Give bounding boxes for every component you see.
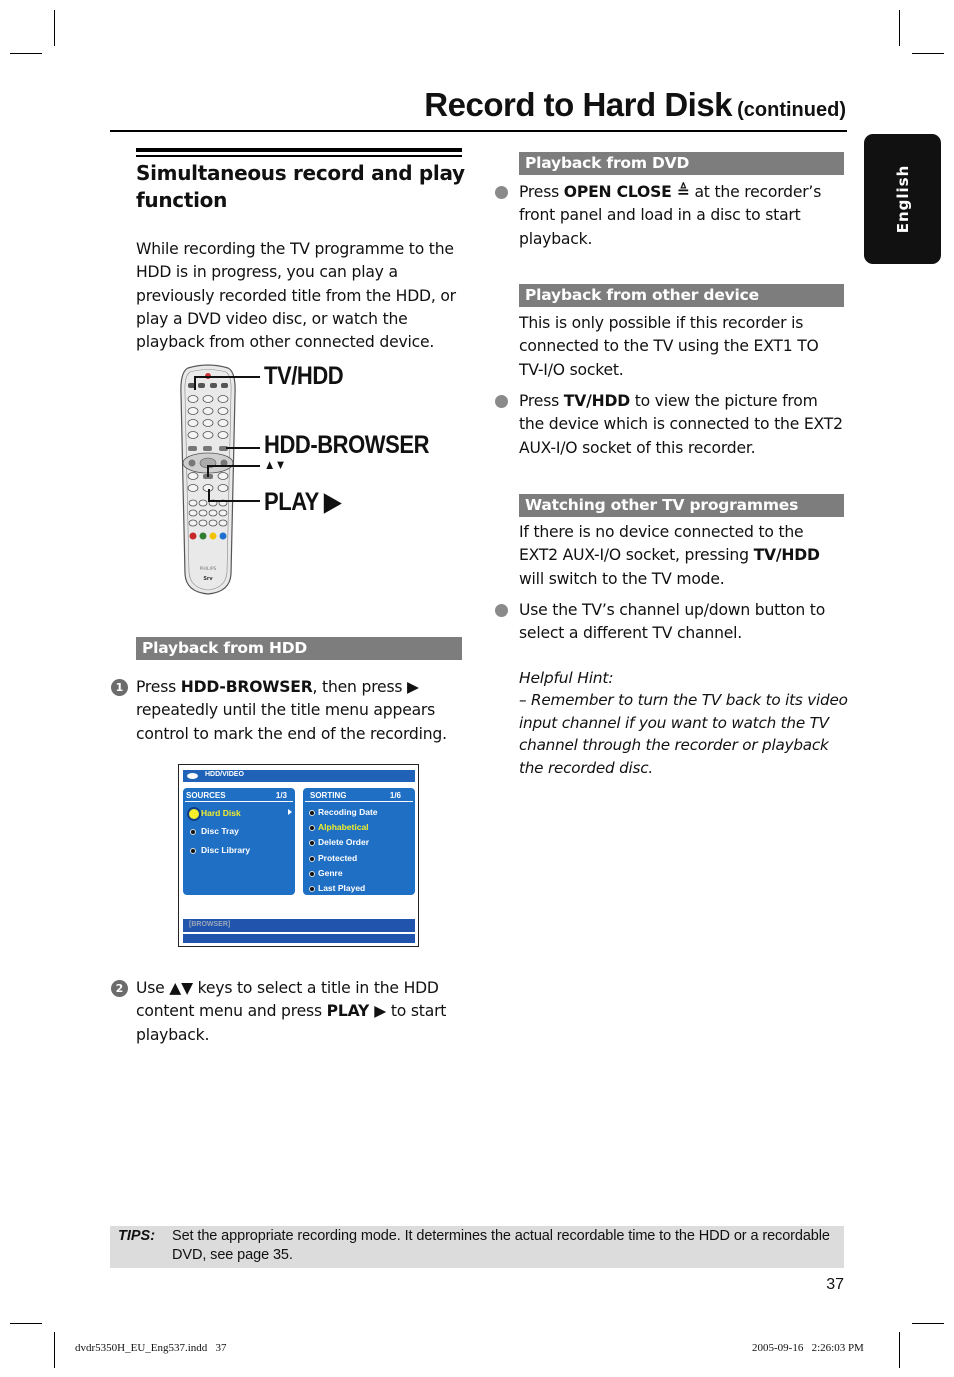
step-1-text: Press HDD-BROWSER, then press ▶ repeated…	[136, 678, 447, 743]
radio-icon	[309, 871, 315, 877]
callout-line	[226, 447, 260, 449]
step-2-text: Use ▲▼ keys to select a title in the HDD…	[136, 979, 447, 1044]
crop-mark	[912, 1323, 944, 1324]
tips-box: TIPS: Set the appropriate recording mode…	[110, 1226, 844, 1268]
radio-icon	[190, 829, 196, 835]
osd-sorting-item[interactable]: Last Played	[318, 883, 365, 893]
tips-label: TIPS:	[118, 1228, 156, 1244]
osd-status-bar	[183, 934, 415, 943]
osd-sorting-item[interactable]: Recoding Date	[318, 807, 378, 817]
crop-mark	[10, 1323, 42, 1324]
callout-tv-hdd: TV/HDD	[264, 362, 344, 390]
hdd-browser-screen: HDD/VIDEO SOURCES 1/3 Hard Disk Disc Tra…	[178, 764, 419, 947]
crop-mark	[899, 1332, 900, 1368]
other-device-paragraph: This is only possible if this recorder i…	[519, 314, 819, 379]
section-bar-playback-dvd: Playback from DVD	[519, 152, 844, 175]
crop-mark	[10, 53, 42, 54]
osd-source-item[interactable]: Disc Library	[201, 845, 250, 855]
radio-icon	[309, 856, 315, 862]
helpful-hint-title: Helpful Hint:	[519, 669, 614, 687]
osd-source-item[interactable]: Disc Tray	[201, 826, 239, 836]
bullet-icon	[495, 395, 508, 408]
radio-icon	[309, 840, 315, 846]
page-title: Record to Hard Disk (continued)	[110, 86, 846, 124]
osd-sorting-item[interactable]: Protected	[318, 853, 357, 863]
callout-hdd-browser: HDD-BROWSER	[264, 431, 430, 459]
crop-mark	[54, 10, 55, 46]
osd-sorting-item[interactable]: Alphabetical	[318, 822, 369, 832]
callout-up-down: ▲▼	[264, 457, 286, 472]
section-bar-playback-hdd: Playback from HDD	[136, 637, 462, 660]
callout-play: PLAY ▶	[264, 488, 341, 516]
bullet-icon	[495, 604, 508, 617]
radio-icon	[309, 886, 315, 892]
key-open-close: OPEN CLOSE ≜	[563, 183, 690, 201]
key-tv-hdd: TV/HDD	[563, 392, 630, 410]
remote-control-icon: PHILIPS Srv	[180, 364, 236, 595]
key-tv-hdd: TV/HDD	[753, 546, 820, 565]
callout-line	[210, 500, 260, 502]
callout-line	[208, 489, 210, 502]
arrow-right-icon	[288, 809, 292, 815]
crop-mark	[912, 53, 944, 54]
crop-mark	[899, 10, 900, 46]
osd-top-bar: HDD/VIDEO	[183, 770, 415, 782]
radio-icon	[309, 825, 315, 831]
osd-sorting-header: SORTING 1/6	[305, 790, 413, 802]
osd-sorting-item[interactable]: Genre	[318, 868, 343, 878]
section-bar-watching-tv: Watching other TV programmes	[519, 494, 844, 517]
callout-line	[194, 376, 260, 378]
callout-line	[194, 376, 196, 390]
svg-text:Srv: Srv	[203, 576, 213, 582]
section-heading: Simultaneous record and play function	[136, 161, 465, 212]
language-tab-label: English	[893, 164, 912, 234]
remote-control-illustration: PHILIPS Srv	[178, 364, 238, 596]
watching-tv-paragraph: If there is no device connected to the E…	[519, 523, 820, 588]
page-title-main: Record to Hard Disk	[424, 86, 733, 123]
radio-icon	[309, 810, 315, 816]
heading-rule-thin	[136, 155, 462, 157]
watching-tv-bullet-text: Use the TV’s channel up/down button to s…	[519, 601, 826, 643]
osd-bottom-bar: [BROWSER]	[183, 919, 415, 932]
osd-sorting-panel: SORTING 1/6 Recoding Date Alphabetical D…	[303, 788, 415, 895]
helpful-hint-text: – Remember to turn the TV back to its vi…	[519, 691, 848, 777]
callout-line	[207, 465, 209, 477]
section-bar-playback-other: Playback from other device	[519, 284, 844, 307]
language-tab: English	[864, 134, 941, 264]
osd-sources-panel: SOURCES 1/3 Hard Disk Disc Tray Disc Lib…	[183, 788, 295, 895]
page-number: 37	[826, 1276, 844, 1293]
callout-line	[208, 465, 260, 467]
osd-sorting-item[interactable]: Delete Order	[318, 837, 369, 847]
dvd-bullet-text: Press OPEN CLOSE ≜ at the recorder’s fro…	[519, 183, 822, 248]
heading-rule-thick	[136, 148, 462, 152]
osd-source-item[interactable]: Hard Disk	[201, 808, 241, 818]
selector-icon	[189, 809, 199, 819]
svg-text:PHILIPS: PHILIPS	[200, 566, 217, 572]
step-number-1: 1	[111, 679, 128, 696]
other-device-bullet-text: Press TV/HDD to view the picture from th…	[519, 392, 843, 457]
crop-mark	[54, 1332, 55, 1368]
key-play: PLAY ▶	[326, 1002, 387, 1021]
footer-file: dvdr5350H_EU_Eng537.indd 37	[75, 1342, 227, 1354]
radio-icon	[190, 848, 196, 854]
step-number-2: 2	[111, 980, 128, 997]
tips-text: Set the appropriate recording mode. It d…	[172, 1228, 830, 1263]
bullet-icon	[495, 186, 508, 199]
footer-timestamp: 2005-09-16 2:26:03 PM	[752, 1342, 864, 1354]
osd-sources-header: SOURCES 1/3	[185, 790, 293, 802]
page-title-suffix: (continued)	[737, 99, 846, 121]
disc-icon	[187, 773, 198, 779]
intro-paragraph: While recording the TV programme to the …	[136, 240, 456, 352]
title-rule	[110, 130, 847, 132]
key-hdd-browser: HDD-BROWSER	[180, 678, 313, 696]
